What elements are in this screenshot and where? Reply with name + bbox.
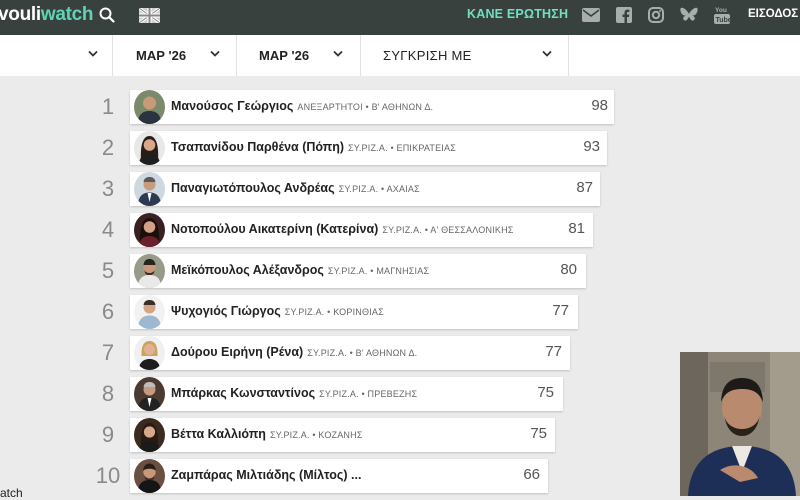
filter-dropdown-first[interactable] bbox=[0, 35, 113, 76]
member-party: ΣΥ.ΡΙΖ.Α. • Α' ΘΕΣΣΑΛΟΝΙΚΗΣ bbox=[382, 225, 514, 235]
member-name[interactable]: Ψυχογιός Γιώργος bbox=[171, 304, 281, 318]
youtube-icon[interactable]: You Tube bbox=[711, 4, 733, 26]
filter-compare-with[interactable]: ΣΥΓΚΡΙΣΗ ΜΕ bbox=[360, 35, 569, 76]
logo-accent-text: watch bbox=[40, 4, 94, 25]
member-party: ΣΥ.ΡΙΖ.Α. • ΜΑΓΝΗΣΙΑΣ bbox=[327, 266, 430, 276]
rank-number: 1 bbox=[101, 94, 115, 119]
score-value: 75 bbox=[530, 425, 547, 442]
rank-number: 2 bbox=[101, 135, 115, 160]
member-name[interactable]: Παναγιωτόπουλος Ανδρέας bbox=[171, 181, 335, 195]
member-party: ΣΥ.ΡΙΖ.Α. • ΕΠΙΚΡΑΤΕΙΑΣ bbox=[348, 143, 456, 153]
member-name[interactable]: Νοτοπούλου Αικατερίνη (Κατερίνα) bbox=[171, 222, 378, 236]
bluesky-icon[interactable] bbox=[678, 4, 700, 26]
avatar bbox=[134, 131, 165, 165]
chevron-down-icon bbox=[333, 50, 343, 57]
avatar bbox=[134, 459, 165, 493]
facebook-icon[interactable] bbox=[613, 4, 635, 26]
mail-icon[interactable] bbox=[580, 4, 602, 26]
avatar bbox=[134, 90, 165, 124]
ask-question-link[interactable]: ΚΑΝΕ ΕΡΩΤΗΣΗ bbox=[467, 7, 568, 21]
avatar bbox=[134, 336, 165, 370]
member-name[interactable]: Δούρου Ειρήνη (Ρένα) bbox=[171, 345, 303, 359]
score-value: 87 bbox=[576, 179, 593, 196]
overlay-portrait-photo bbox=[680, 352, 800, 496]
member-name[interactable]: Τσαπανίδου Παρθένα (Πόπη) bbox=[171, 140, 344, 154]
instagram-icon[interactable] bbox=[645, 4, 667, 26]
rank-number: 10 bbox=[95, 463, 121, 488]
rank-number: 6 bbox=[101, 299, 115, 324]
score-value: 98 bbox=[591, 97, 608, 114]
avatar bbox=[134, 377, 165, 411]
member-party: ΣΥ.ΡΙΖ.Α. • Β' ΑΘΗΝΩΝ Δ. bbox=[307, 348, 418, 358]
member-name[interactable]: Μεϊκόπουλος Αλέξανδρος bbox=[171, 263, 324, 277]
avatar bbox=[134, 213, 165, 247]
avatar bbox=[134, 295, 165, 329]
rank-number: 9 bbox=[101, 422, 115, 447]
rank-number: 7 bbox=[101, 340, 115, 365]
filter-month-to-label: ΜΑΡ '26 bbox=[259, 48, 310, 63]
score-value: 75 bbox=[537, 384, 554, 401]
score-value: 81 bbox=[568, 220, 585, 237]
score-value: 77 bbox=[545, 343, 562, 360]
member-name[interactable]: Μπάρκας Κωνσταντίνος bbox=[171, 386, 315, 400]
watermark-text: atch bbox=[0, 486, 23, 500]
filter-month-from-label: ΜΑΡ '26 bbox=[136, 48, 187, 63]
avatar bbox=[134, 418, 165, 452]
filter-month-to[interactable]: ΜΑΡ '26 bbox=[236, 35, 361, 76]
member-name[interactable]: Ζαμπάρας Μιλτιάδης (Μίλτος) ... bbox=[171, 468, 361, 482]
score-value: 77 bbox=[552, 302, 569, 319]
member-name[interactable]: Βέττα Καλλιόπη bbox=[171, 427, 266, 441]
filter-bar: ΜΑΡ '26 ΜΑΡ '26 ΣΥΓΚΡΙΣΗ ΜΕ bbox=[0, 35, 800, 76]
rank-number: 8 bbox=[101, 381, 115, 406]
rank-number: 3 bbox=[101, 176, 115, 201]
rank-number: 5 bbox=[101, 258, 115, 283]
avatar bbox=[134, 254, 165, 288]
logo-text: vouli bbox=[0, 4, 41, 25]
score-value: 66 bbox=[523, 466, 540, 483]
score-value: 93 bbox=[583, 138, 600, 155]
top-navigation-bar: vouliwatch ΚΑΝΕ ΕΡΩΤΗΣΗ You Tube ΕΙΣΟΔΟΣ bbox=[0, 0, 800, 35]
score-value: 80 bbox=[560, 261, 577, 278]
svg-text:Tube: Tube bbox=[716, 17, 731, 24]
member-party: ΣΥ.ΡΙΖ.Α. • ΚΟΡΙΝΘΙΑΣ bbox=[284, 307, 384, 317]
avatar bbox=[134, 172, 165, 206]
member-party: ΣΥ.ΡΙΖ.Α. • ΑΧΑΙΑΣ bbox=[338, 184, 420, 194]
rank-number: 4 bbox=[101, 217, 115, 242]
flag-uk-icon[interactable] bbox=[138, 4, 160, 26]
member-party: ΣΥ.ΡΙΖ.Α. • ΠΡΕΒΕΖΗΣ bbox=[319, 389, 418, 399]
site-logo[interactable]: vouliwatch bbox=[0, 4, 94, 26]
chevron-down-icon bbox=[542, 50, 552, 57]
member-party: ΑΝΕΞΑΡΤΗΤΟΙ • Β' ΑΘΗΝΩΝ Δ. bbox=[297, 102, 434, 112]
filter-compare-label: ΣΥΓΚΡΙΣΗ ΜΕ bbox=[383, 48, 472, 63]
search-icon[interactable] bbox=[96, 4, 118, 26]
chevron-down-icon bbox=[88, 50, 98, 57]
login-link[interactable]: ΕΙΣΟΔΟΣ bbox=[748, 8, 798, 20]
member-party: ΣΥ.ΡΙΖ.Α. • ΚΟΖΑΝΗΣ bbox=[269, 430, 363, 440]
filter-month-from[interactable]: ΜΑΡ '26 bbox=[112, 35, 237, 76]
chevron-down-icon bbox=[210, 50, 220, 57]
member-name[interactable]: Μανούσος Γεώργιος bbox=[171, 99, 293, 113]
svg-text:You: You bbox=[715, 7, 727, 14]
